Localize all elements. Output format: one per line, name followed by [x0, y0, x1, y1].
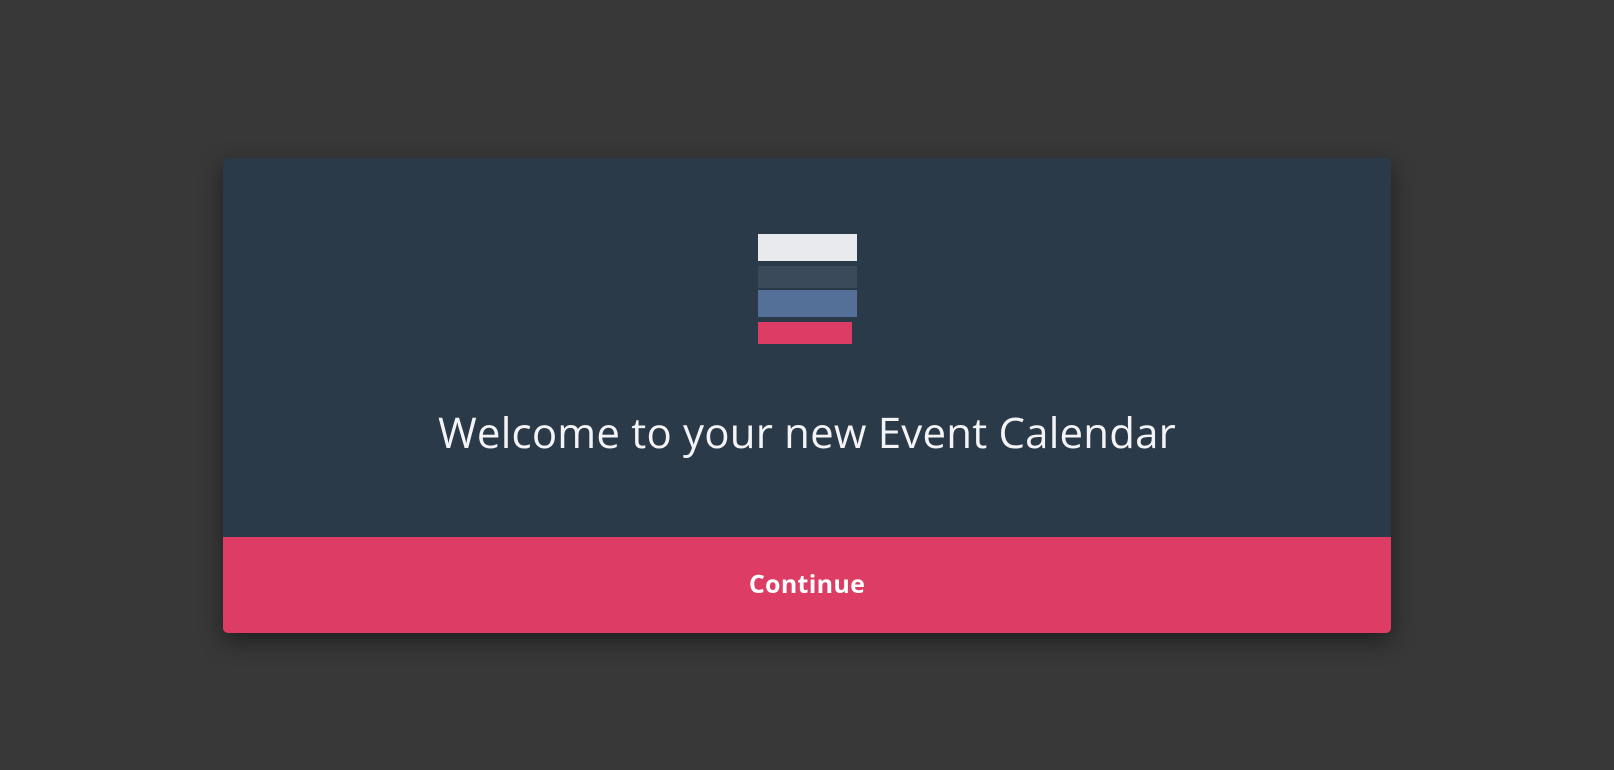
welcome-card: Welcome to your new Event Calendar Conti…: [223, 158, 1391, 633]
card-body: Welcome to your new Event Calendar: [223, 158, 1391, 537]
logo-bar-4: [758, 322, 852, 344]
logo-bar-3: [758, 290, 857, 317]
app-logo-icon: [758, 234, 857, 344]
logo-bar-2: [758, 266, 857, 288]
welcome-title: Welcome to your new Event Calendar: [438, 404, 1176, 461]
continue-button[interactable]: Continue: [223, 537, 1391, 633]
logo-bar-1: [758, 234, 857, 261]
